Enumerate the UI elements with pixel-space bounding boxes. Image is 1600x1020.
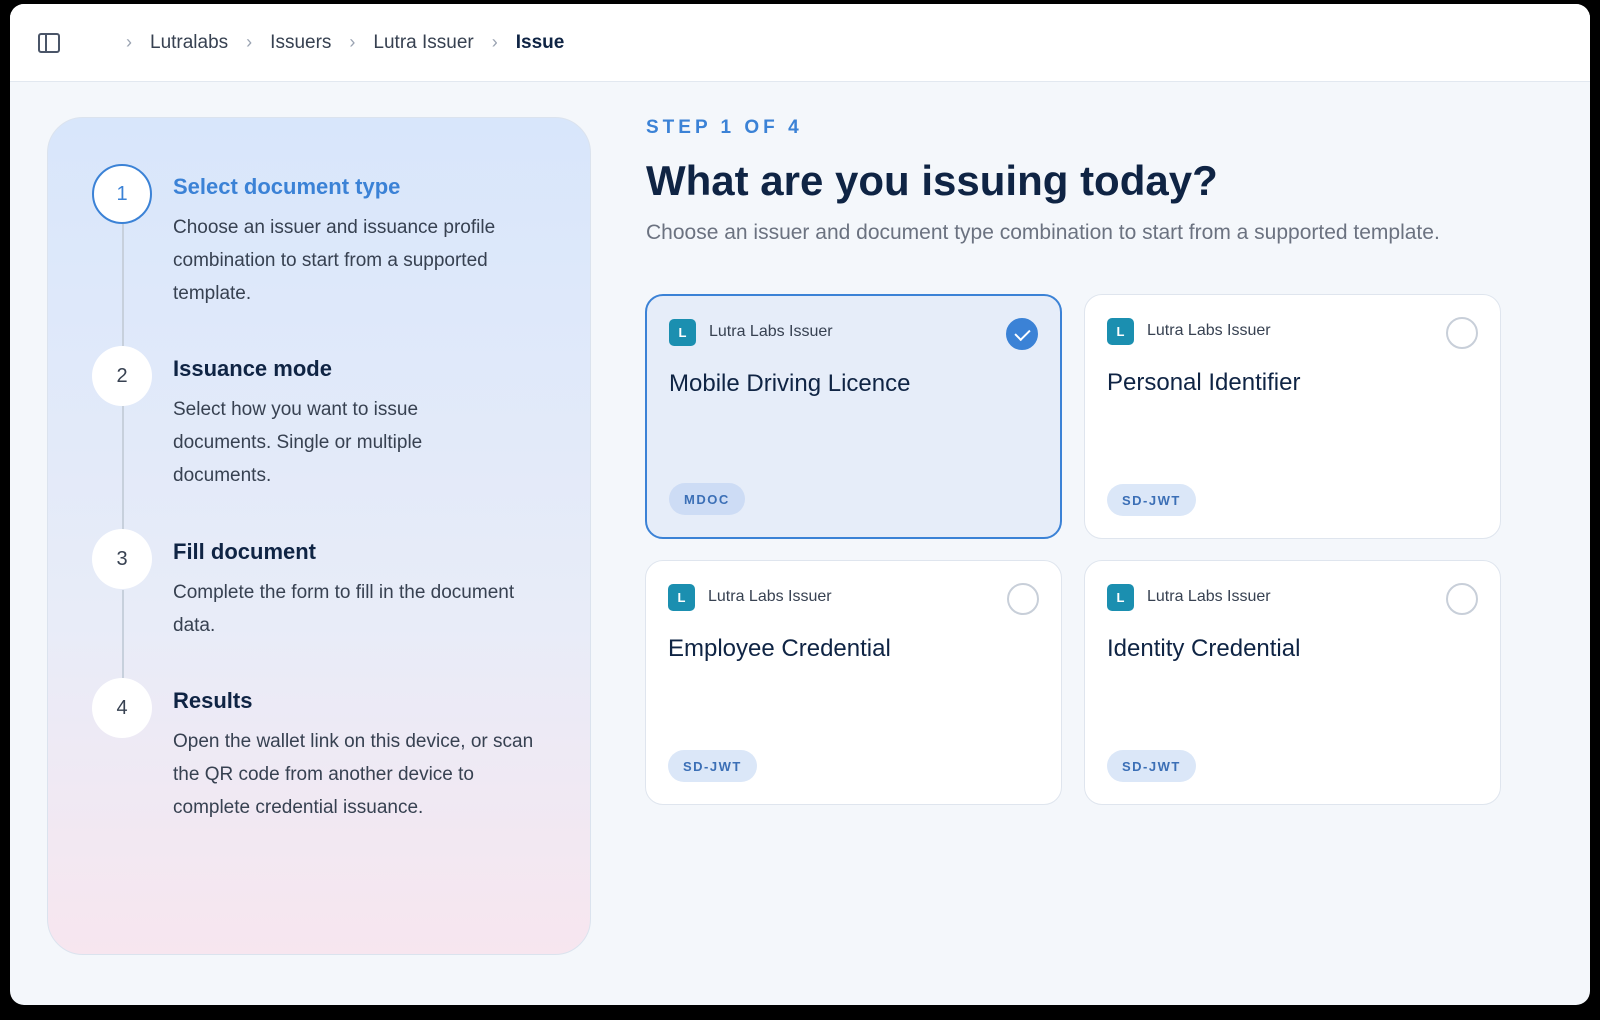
radio-button[interactable] xyxy=(1007,583,1039,615)
radio-button[interactable] xyxy=(1446,583,1478,615)
issuer-name: Lutra Labs Issuer xyxy=(708,588,832,605)
top-bar: › Lutralabs › Issuers › Lutra Issuer › I… xyxy=(10,4,1590,82)
step-title: Issuance mode xyxy=(173,356,332,381)
step-description: Complete the form to fill in the documen… xyxy=(173,582,515,636)
page-subtitle: Choose an issuer and document type combi… xyxy=(646,221,1440,244)
issuer-name: Lutra Labs Issuer xyxy=(1147,588,1271,605)
breadcrumb-lutralabs[interactable]: Lutralabs xyxy=(150,32,228,54)
document-type-card-mobile-driving-licence[interactable]: L Lutra Labs Issuer Mobile Driving Licen… xyxy=(645,294,1062,539)
step-description: Open the wallet link on this device, or … xyxy=(173,731,534,818)
page-title: What are you issuing today? xyxy=(646,157,1218,204)
step-title: Fill document xyxy=(173,539,316,564)
step-number: 1 xyxy=(92,164,152,224)
issuer-name: Lutra Labs Issuer xyxy=(709,323,833,340)
step-number: 3 xyxy=(92,529,152,589)
step-title: Results xyxy=(173,688,253,713)
document-type-title: Personal Identifier xyxy=(1107,369,1301,396)
document-type-title: Identity Credential xyxy=(1107,635,1301,662)
issuer-logo-icon: L xyxy=(1107,584,1134,611)
document-type-card-employee-credential[interactable]: L Lutra Labs Issuer Employee Credential … xyxy=(645,560,1062,805)
step-number: 2 xyxy=(92,346,152,406)
step-number: 4 xyxy=(92,678,152,738)
format-badge: SD-JWT xyxy=(668,750,757,782)
main-content: STEP 1 OF 4 What are you issuing today? … xyxy=(646,117,1440,245)
step-title: Select document type xyxy=(173,174,401,199)
issuer-logo-icon: L xyxy=(668,584,695,611)
issuer-name: Lutra Labs Issuer xyxy=(1147,322,1271,339)
step-connector xyxy=(122,224,124,346)
issuer-logo-icon: L xyxy=(1107,318,1134,345)
breadcrumb: › Lutralabs › Issuers › Lutra Issuer › I… xyxy=(108,32,564,54)
step-connector xyxy=(122,406,124,530)
radio-button[interactable] xyxy=(1446,317,1478,349)
app-window: › Lutralabs › Issuers › Lutra Issuer › I… xyxy=(10,4,1590,1005)
format-badge: SD-JWT xyxy=(1107,484,1196,516)
breadcrumb-issue: Issue xyxy=(515,31,565,53)
step-progress-label: STEP 1 OF 4 xyxy=(646,117,803,138)
step-description: Select how you want to issue documents. … xyxy=(173,399,423,486)
document-type-card-identity-credential[interactable]: L Lutra Labs Issuer Identity Credential … xyxy=(1084,560,1501,805)
document-type-title: Employee Credential xyxy=(668,635,891,662)
document-type-title: Mobile Driving Licence xyxy=(669,370,911,397)
step-connector xyxy=(122,590,124,678)
chevron-right-icon: › xyxy=(491,32,498,52)
sidebar-toggle-icon[interactable] xyxy=(38,32,60,53)
chevron-right-icon: › xyxy=(246,32,253,52)
issuer-logo-icon: L xyxy=(669,319,696,346)
format-badge: MDOC xyxy=(669,483,745,515)
step-navigator: 1 Select document type Choose an issuer … xyxy=(47,117,591,955)
check-icon[interactable] xyxy=(1006,318,1038,350)
step-description: Choose an issuer and issuance profile co… xyxy=(173,217,496,304)
format-badge: SD-JWT xyxy=(1107,750,1196,782)
breadcrumb-issuers[interactable]: Issuers xyxy=(270,32,331,54)
chevron-right-icon: › xyxy=(126,32,132,52)
breadcrumb-lutra-issuer[interactable]: Lutra Issuer xyxy=(373,32,473,54)
chevron-right-icon: › xyxy=(349,32,356,52)
document-type-card-personal-identifier[interactable]: L Lutra Labs Issuer Personal Identifier … xyxy=(1084,294,1501,539)
